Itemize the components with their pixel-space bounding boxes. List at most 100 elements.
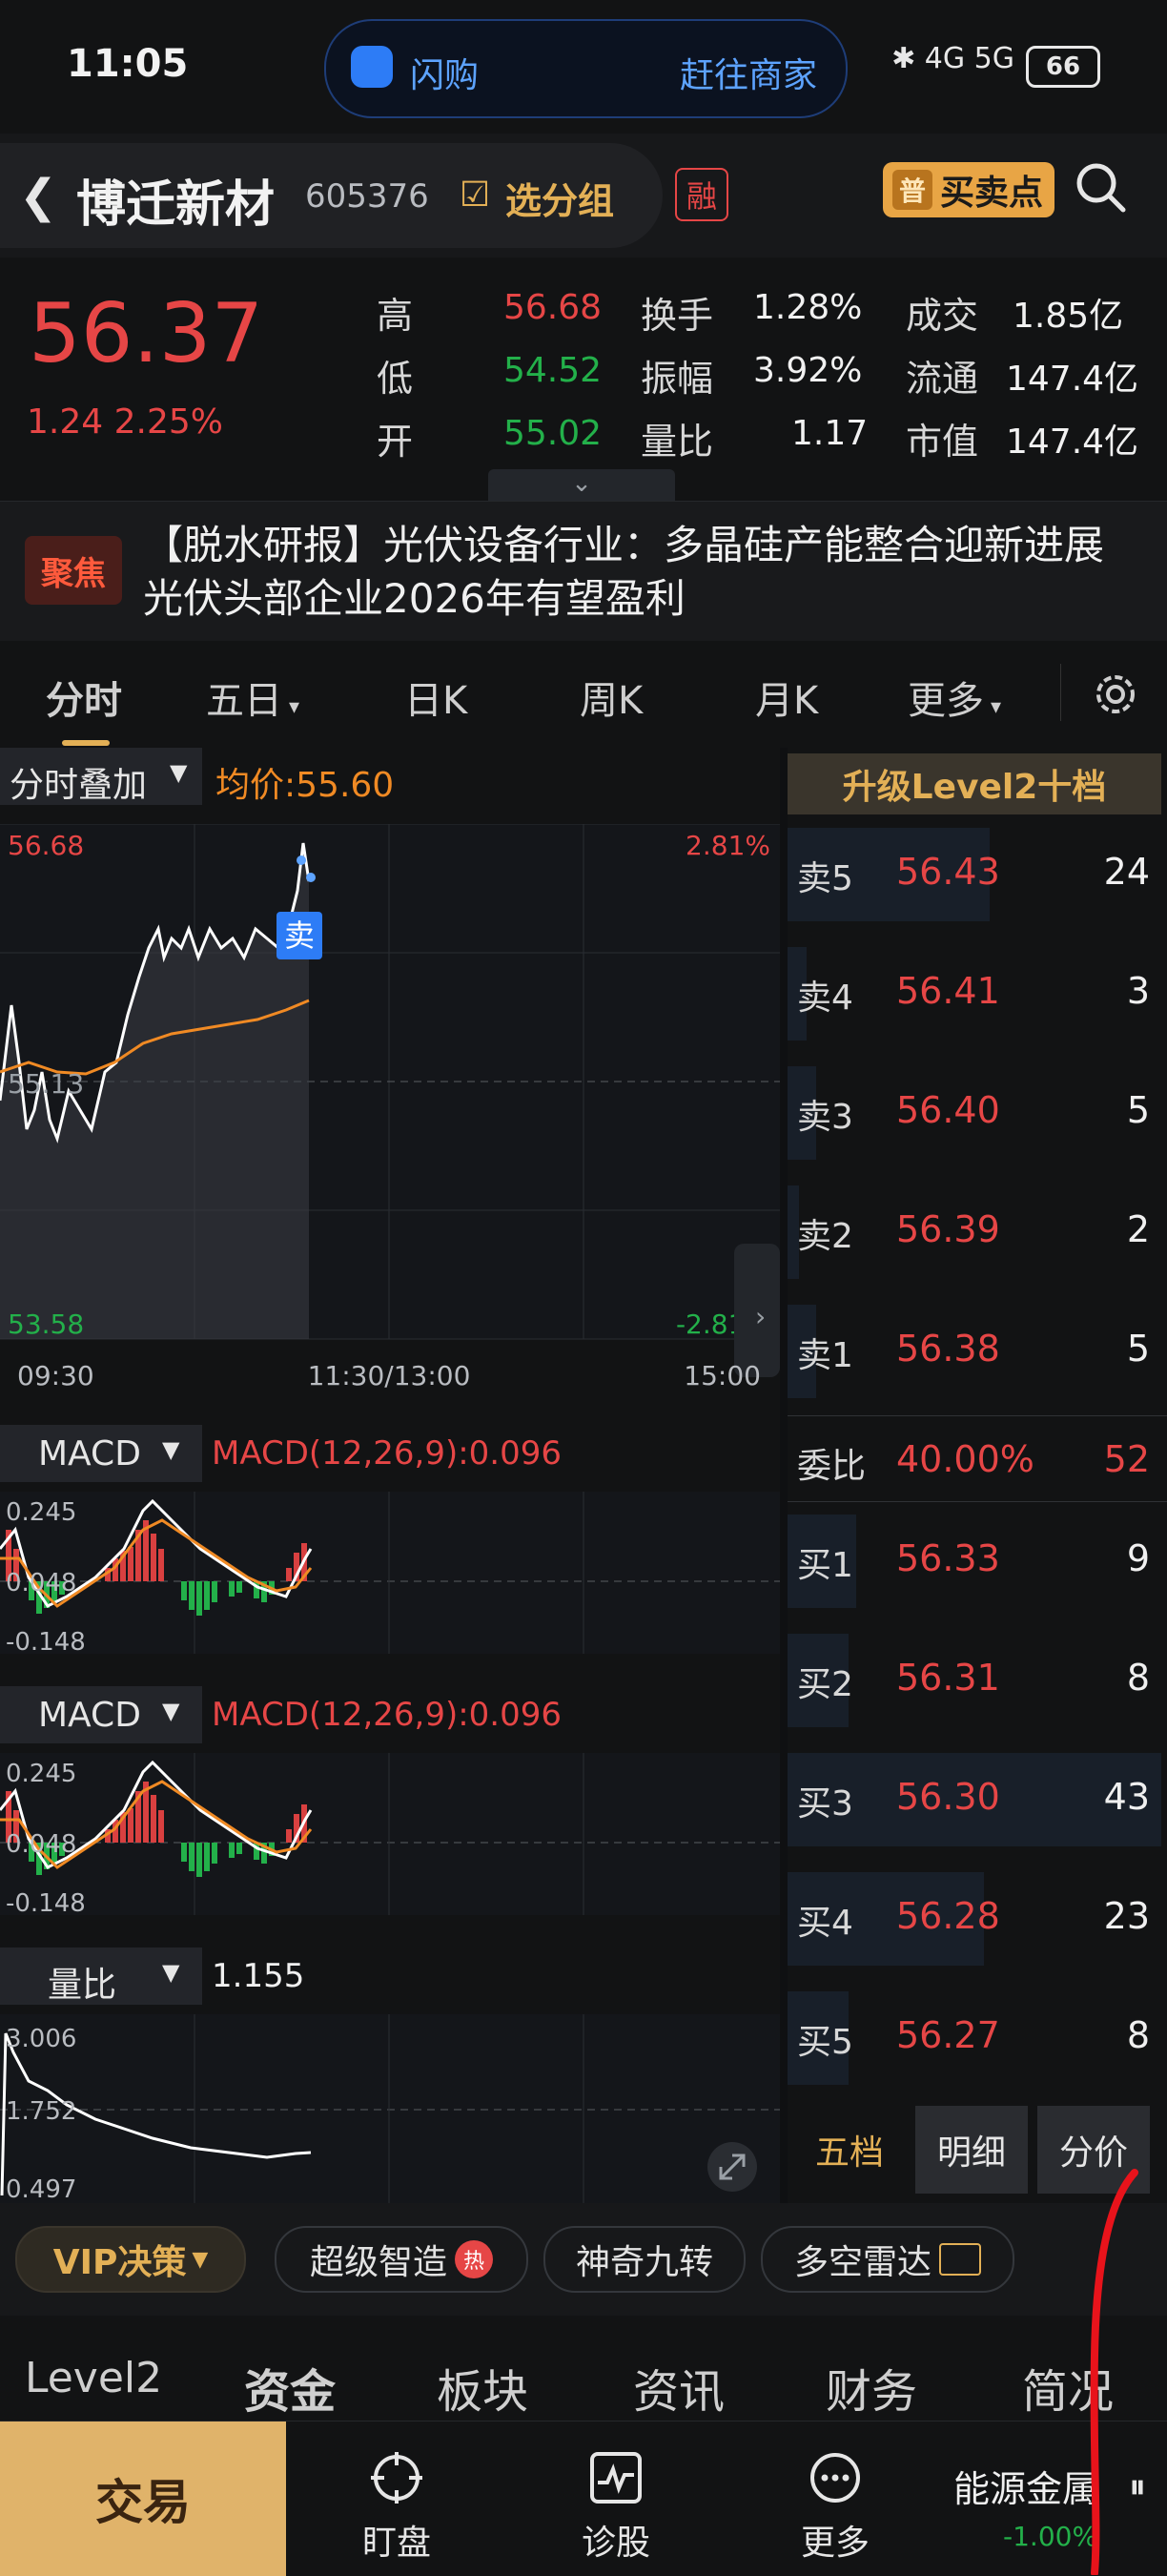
tab-news[interactable]: 资讯: [633, 2354, 725, 2421]
watch-button[interactable]: 盯盘: [330, 2450, 463, 2565]
news-headline[interactable]: 【脱水研报】光伏设备行业：多晶硅产能整合迎新进展 光伏头部企业2026年有望盈利: [143, 519, 1144, 626]
tab-more[interactable]: 更多 ▾: [908, 670, 1001, 725]
hot-badge: 热: [455, 2240, 493, 2278]
bid-price: 56.33: [896, 1537, 1000, 1579]
volratio-chart[interactable]: 3.006 1.752 0.497: [0, 2014, 780, 2203]
macd1-header: MACD ▼ MACD(12,26,9):0.096: [0, 1425, 780, 1482]
tab-weekly-k[interactable]: 周K: [580, 670, 643, 725]
tab-details[interactable]: 明细: [915, 2106, 1028, 2194]
tab-monthly-k[interactable]: 月K: [755, 670, 818, 725]
overlay-label: 分时叠加: [10, 766, 148, 805]
bid-row-5[interactable]: 买5 56.27 8: [788, 1980, 1150, 2094]
bid-volume: 8: [1126, 1657, 1150, 1699]
macd2-tick-high: 0.245: [6, 1760, 76, 1788]
caret-down-icon: ▼: [170, 759, 188, 786]
volratio-tick-mid: 1.752: [6, 2097, 76, 2126]
select-group-button[interactable]: 选分组: [505, 172, 614, 224]
magic-nine-button[interactable]: 神奇九转: [543, 2226, 746, 2293]
ask-row-5[interactable]: 卖5 56.43 24: [788, 816, 1150, 931]
intraday-chart[interactable]: 卖 56.68 55.13 53.58 2.81% -2.81% › 09:30…: [0, 824, 780, 1415]
trade-button[interactable]: 交易: [0, 2421, 286, 2576]
bid-row-3[interactable]: 买3 56.30 43: [788, 1741, 1161, 1856]
open-label: 开: [377, 421, 414, 463]
bid-price: 56.30: [896, 1776, 1000, 1818]
diagnose-button[interactable]: 诊股: [549, 2450, 683, 2565]
macd1-chart[interactable]: 0.245 0.048 -0.148: [0, 1492, 780, 1654]
active-tab-indicator: [62, 740, 110, 746]
y-low-label: 53.58: [8, 1309, 84, 1340]
diagnose-label: 诊股: [581, 2524, 650, 2563]
bid-row-4[interactable]: 买4 56.28 23: [788, 1861, 1150, 1975]
status-time: 11:05: [67, 42, 189, 86]
tab-five-level[interactable]: 五档: [793, 2106, 906, 2194]
amplitude-label: 振幅: [641, 358, 714, 400]
period-tabs: 分时 五日 ▾ 日K 周K 月K 更多 ▾: [0, 641, 1167, 748]
volratio-dropdown[interactable]: 量比 ▼: [0, 1947, 202, 2005]
status-bar: 11:05 闪购 赶往商家 ✱ 4G 5G 66: [0, 0, 1167, 134]
chart-badge-icon: [939, 2243, 981, 2276]
macd1-tick-high: 0.245: [6, 1498, 76, 1527]
overlay-dropdown[interactable]: 分时叠加 ▼: [0, 748, 202, 805]
annotation-stroke: [1090, 2169, 1138, 2575]
expand-quote-button[interactable]: ⌄: [488, 469, 675, 501]
tab-intraday[interactable]: 分时: [46, 670, 122, 725]
crosshair-icon: [371, 2452, 422, 2504]
bid-volume: 8: [1126, 2014, 1150, 2056]
chart-area: 分时叠加 ▼ 均价:55.60 卖 56.68 55.13 53.58 2.81…: [0, 748, 780, 2203]
bid-label: 买5: [797, 2023, 853, 2062]
upgrade-level2-button[interactable]: 升级Level2十档: [788, 753, 1161, 814]
check-square-icon: ☑: [460, 175, 491, 215]
bid-row-1[interactable]: 买1 56.33 9: [788, 1503, 1150, 1618]
ask-price: 56.40: [896, 1089, 1000, 1131]
ask-row-1[interactable]: 卖1 56.38 5: [788, 1293, 1150, 1408]
macd2-dropdown[interactable]: MACD ▼: [0, 1686, 202, 1743]
news-banner[interactable]: 聚焦 【脱水研报】光伏设备行业：多晶硅产能整合迎新进展 光伏头部企业2026年有…: [0, 501, 1167, 642]
bid-label: 买3: [797, 1784, 853, 1824]
macd1-dropdown[interactable]: MACD ▼: [0, 1425, 202, 1482]
macd1-tick-low: -0.148: [6, 1628, 86, 1654]
current-price: 56.37: [29, 286, 264, 381]
tab-daily-k[interactable]: 日K: [404, 670, 467, 725]
focus-badge: 聚焦: [25, 536, 122, 605]
ask-price: 56.38: [896, 1328, 1000, 1370]
tab-level2[interactable]: Level2: [25, 2354, 162, 2402]
tab-five-day[interactable]: 五日 ▾: [206, 670, 299, 725]
ask-volume: 24: [1103, 851, 1150, 893]
ask-volume: 2: [1126, 1208, 1150, 1250]
ask-row-3[interactable]: 卖3 56.40 5: [788, 1055, 1150, 1169]
time-label-close: 15:00: [684, 1360, 761, 1391]
amount-label: 成交: [906, 295, 979, 337]
search-icon[interactable]: [1074, 160, 1127, 214]
intraday-header: 分时叠加 ▼ 均价:55.60: [0, 748, 780, 805]
super-smart-button[interactable]: 超级智造 热: [275, 2226, 528, 2293]
market-cap-label: 市值: [906, 421, 979, 463]
tab-capital[interactable]: 资金: [244, 2354, 336, 2421]
volratio-tick-high: 3.006: [6, 2025, 76, 2053]
stock-name: 博迁新材: [76, 176, 276, 234]
bid-row-2[interactable]: 买2 56.31 8: [788, 1622, 1150, 1737]
back-icon[interactable]: ❮: [19, 170, 57, 223]
macd2-chart[interactable]: 0.245 0.048 -0.148: [0, 1753, 780, 1915]
order-book: 升级Level2十档 卖5 56.43 24 卖4 56.41 3 卖3 56.…: [788, 748, 1167, 2203]
ask-volume: 3: [1126, 970, 1150, 1012]
ask-label: 卖1: [797, 1336, 853, 1375]
ask-row-4[interactable]: 卖4 56.41 3: [788, 936, 1150, 1050]
vip-decision-button[interactable]: VIP决策 ▼: [15, 2226, 246, 2293]
y-mid-label: 55.13: [8, 1068, 84, 1100]
buy-sell-point-button[interactable]: 普 买卖点: [883, 162, 1054, 217]
tab-finance[interactable]: 财务: [826, 2354, 917, 2421]
flash-sale-pill[interactable]: 闪购 赶往商家: [324, 19, 848, 118]
flash-sale-label: 闪购: [410, 56, 480, 95]
turnover-label: 换手: [641, 295, 714, 337]
radar-label: 多空雷达: [793, 2243, 932, 2282]
tab-sector[interactable]: 板块: [437, 2354, 528, 2421]
divider: [1060, 664, 1061, 721]
ask-row-2[interactable]: 卖2 56.39 2: [788, 1174, 1150, 1288]
more-button[interactable]: 更多: [768, 2450, 902, 2565]
radar-button[interactable]: 多空雷达: [761, 2226, 1014, 2293]
caret-down-icon: ▼: [162, 1959, 180, 1986]
flash-sale-action[interactable]: 赶往商家: [680, 48, 817, 97]
feature-bar: VIP决策 ▼ 超级智造 热 神奇九转 多空雷达: [0, 2203, 1167, 2316]
low-value: 54.52: [503, 351, 603, 390]
gear-icon[interactable]: [1087, 666, 1144, 723]
